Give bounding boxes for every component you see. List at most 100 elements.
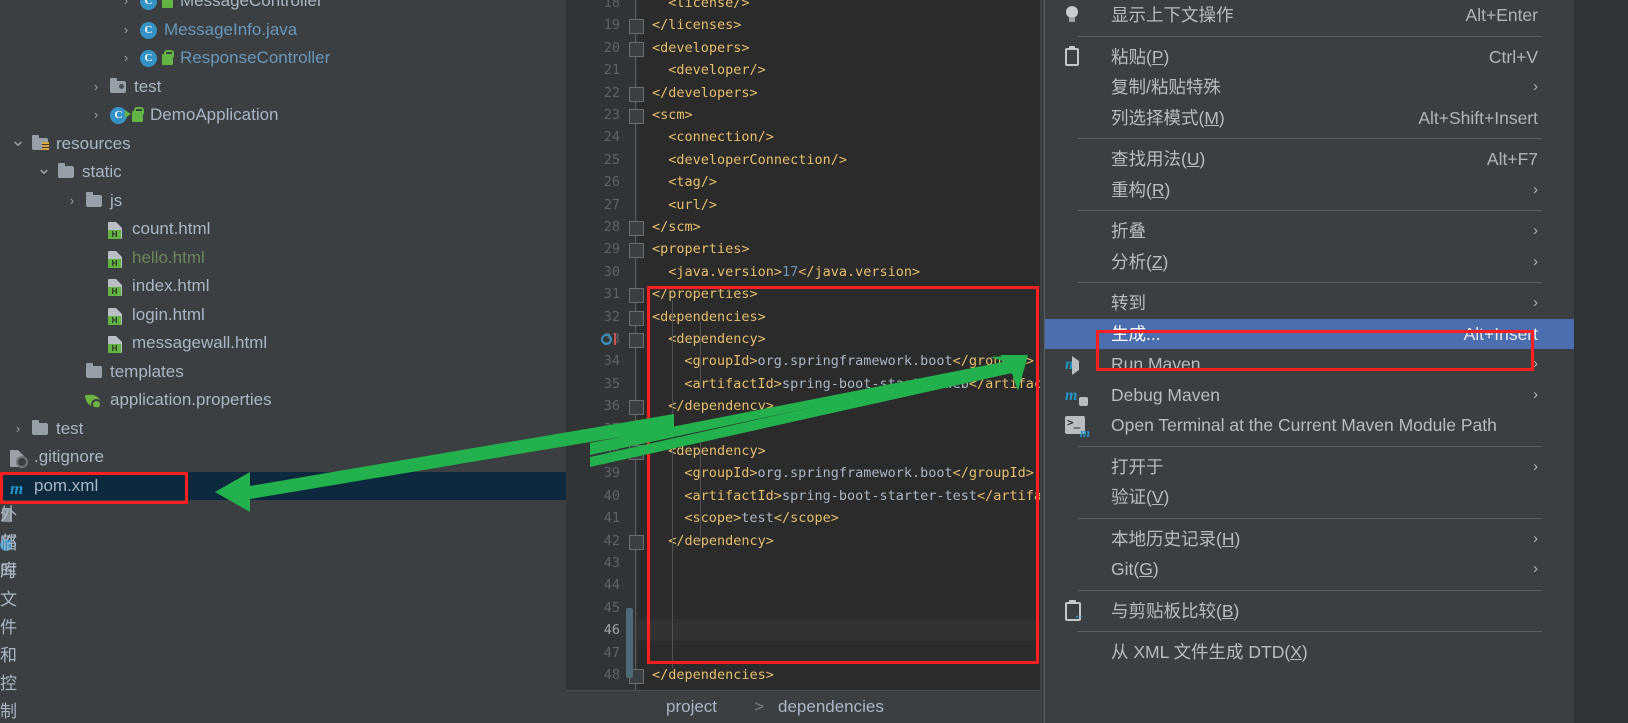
code-line[interactable]: <developerConnection/> (668, 149, 847, 171)
chevron-right-icon[interactable]: › (88, 101, 104, 129)
menu-item-label: 转到 (1111, 293, 1146, 313)
tree-item-static[interactable]: ⌄ static (0, 158, 566, 186)
menu-item-重构-r-[interactable]: 重构(R) › (1045, 175, 1574, 206)
code-fold-marker[interactable] (629, 221, 644, 236)
chevron-right-icon[interactable]: › (118, 16, 134, 44)
chevron-right-icon: › (1533, 560, 1538, 577)
lock-icon (162, 49, 180, 67)
code-fold-marker[interactable] (629, 534, 644, 550)
code-line[interactable]: <connection/> (668, 126, 774, 148)
tree-item-label: js (110, 190, 123, 210)
menu-item-label: 粘贴(P) (1111, 46, 1170, 67)
tree-item-label: static (82, 162, 122, 181)
code-line[interactable]: <scm> (652, 104, 693, 126)
menu-item-open-terminal-at-the-current-maven-module-path[interactable]: >_ m Open Terminal at the Current Maven Mo… (1045, 410, 1574, 441)
code-line[interactable]: <java.version>17</java.version> (668, 261, 920, 283)
menu-item-shortcut: Alt+Shift+Insert (1418, 107, 1538, 128)
chevron-down-icon[interactable]: ⌄ (10, 126, 26, 154)
tree-item--gitignore[interactable]: .gitignore (0, 443, 566, 471)
tree-item-application-properties[interactable]: application.properties (0, 386, 566, 414)
gitignore-file-icon (10, 448, 28, 468)
menu-item-shortcut: Ctrl+V (1488, 46, 1538, 67)
code-fold-marker[interactable] (629, 109, 644, 124)
code-line[interactable]: </developers> (652, 82, 758, 104)
breadcrumb[interactable]: project > dependencies (566, 690, 1040, 723)
chevron-right-icon: › (1533, 222, 1538, 239)
code-fold-marker[interactable] (629, 288, 644, 304)
menu-item-git-g-[interactable]: Git(G) › (1045, 554, 1574, 585)
menu-item-label: Git(G) (1111, 559, 1159, 579)
code-line[interactable]: <url/> (668, 194, 717, 216)
tree-item-label: ResponseController (180, 48, 331, 67)
menu-item-从-xml-文件生成-dtd-x-[interactable]: 从 XML 文件生成 DTD(X) (1045, 637, 1574, 668)
tree-item-messagecontroller[interactable]: › C MessageController (0, 0, 566, 15)
tree-item-login-html[interactable]: login.html (0, 301, 566, 329)
code-fold-marker[interactable] (629, 310, 644, 326)
tree-item-js[interactable]: › js (0, 187, 566, 215)
menu-item-查找用法-u-[interactable]: 查找用法(U) Alt+F7 (1045, 144, 1574, 175)
tree-item-test[interactable]: › test (0, 73, 566, 101)
chevron-right-icon[interactable]: › (118, 0, 134, 15)
menu-item-粘贴-p-[interactable]: 粘贴(P) Ctrl+V (1045, 42, 1574, 73)
java-run-class-icon: C (110, 106, 131, 124)
project-tree-panel[interactable]: › C MessageController › C MessageInfo.java › C R… (0, 0, 566, 723)
code-line[interactable]: <developer/> (668, 59, 766, 81)
chevron-right-icon[interactable]: › (10, 415, 26, 443)
code-fold-marker[interactable] (629, 19, 644, 35)
menu-item-折叠[interactable]: 折叠 › (1045, 216, 1574, 247)
code-line[interactable]: <tag/> (668, 171, 717, 193)
code-fold-marker[interactable] (629, 41, 644, 57)
menu-item-label: Open Terminal at the Current Maven Modul… (1111, 415, 1497, 435)
code-line[interactable]: </licenses> (652, 14, 741, 36)
code-line[interactable]: </scm> (652, 216, 701, 238)
menu-item-转到[interactable]: 转到 › (1045, 288, 1574, 319)
tree-item-index-html[interactable]: index.html (0, 272, 566, 300)
menu-item-本地历史记录-h-[interactable]: 本地历史记录(H) › (1045, 524, 1574, 555)
tree-item-demoapplication[interactable]: › C DemoApplication (0, 101, 566, 129)
line-number: 21 (603, 62, 620, 79)
bookmark-icon[interactable] (601, 334, 612, 345)
tree-item-templates[interactable]: templates (0, 358, 566, 386)
breadcrumb-item-project[interactable]: project (666, 691, 717, 723)
code-fold-marker[interactable] (629, 333, 644, 348)
tree-item-hello-html[interactable]: hello.html (0, 244, 566, 272)
tree-item-messagewall-html[interactable]: messagewall.html (0, 329, 566, 357)
folder-icon (86, 362, 104, 381)
code-fold-marker[interactable] (629, 445, 644, 460)
menu-item-label: 复制/粘贴特殊 (1111, 77, 1221, 97)
menu-item-复制-粘贴特殊[interactable]: 复制/粘贴特殊 › (1045, 72, 1574, 103)
code-fold-marker[interactable] (629, 86, 644, 102)
code-fold-marker[interactable] (629, 243, 644, 259)
tree-item-count-html[interactable]: count.html (0, 215, 566, 243)
menu-item-分析-z-[interactable]: 分析(Z) › (1045, 247, 1574, 278)
code-line[interactable]: <license/> (668, 0, 749, 14)
tree-item-label: test (56, 418, 84, 438)
menu-separator (1077, 282, 1542, 283)
tree-item-test[interactable]: › test (0, 415, 566, 443)
chevron-down-icon[interactable]: ⌄ (36, 154, 52, 182)
breadcrumb-item-dependencies[interactable]: dependencies (778, 691, 884, 723)
line-number: 43 (603, 555, 620, 571)
line-number: 41 (603, 510, 620, 527)
menu-item-显示上下文操作[interactable]: 显示上下文操作 Alt+Enter (1045, 0, 1574, 31)
code-line[interactable]: <properties> (652, 238, 750, 260)
tree-item-responsecontroller[interactable]: › C ResponseController (0, 44, 566, 72)
scratches-label: 临时文件和控制台 (0, 534, 17, 721)
tree-item-resources[interactable]: ⌄ resources (0, 130, 566, 158)
tree-item-messageinfo-java[interactable]: › C MessageInfo.java (0, 16, 566, 44)
code-line[interactable]: <developers> (652, 37, 750, 59)
chevron-right-icon[interactable]: › (64, 187, 80, 215)
menu-item-验证-v-[interactable]: 验证(V) (1045, 482, 1574, 513)
chevron-right-icon[interactable]: › (88, 73, 104, 101)
line-number: 22 (603, 84, 620, 101)
code-fold-marker[interactable] (629, 400, 644, 416)
editor-scrollbar-thumb[interactable] (626, 608, 633, 678)
java-class-icon: C (140, 0, 158, 10)
menu-item-打开于[interactable]: 打开于 › (1045, 452, 1574, 483)
menu-item-与剪贴板比较-b-[interactable]: ← 与剪贴板比较(B) (1045, 596, 1574, 627)
folder-icon (58, 163, 76, 181)
menu-item-debug-maven[interactable]: m Debug Maven › (1045, 380, 1574, 411)
menu-item-列选择模式-m-[interactable]: 列选择模式(M) Alt+Shift+Insert (1045, 103, 1574, 134)
chevron-right-icon[interactable]: › (118, 44, 134, 72)
code-line[interactable]: </dependencies> (652, 664, 774, 686)
